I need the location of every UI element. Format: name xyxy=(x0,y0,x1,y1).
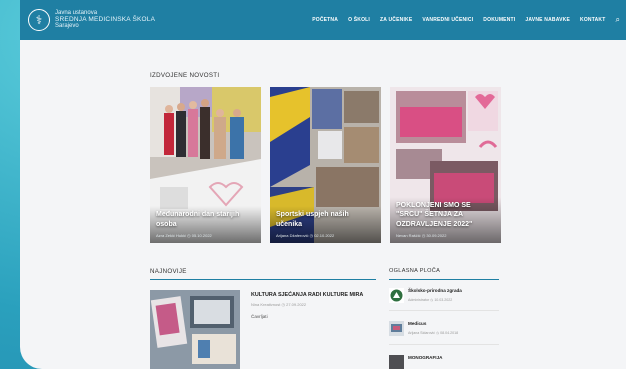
board-divider xyxy=(389,310,499,311)
nav-javne-nabavke[interactable]: JAVNE NABAVKE xyxy=(525,17,570,23)
board-item-title[interactable]: Medicus xyxy=(408,321,426,326)
card-author: Nevan Raščić xyxy=(396,233,421,238)
card-author: Azra Zekić Hukić xyxy=(156,233,187,238)
nav-za-ucenike[interactable]: ZA UČENIKE xyxy=(380,17,412,23)
card-overlay: Sportski uspjeh naših učenika Arijana Dž… xyxy=(270,206,381,243)
monografija-thumbnail-icon xyxy=(389,355,404,369)
news-card-1[interactable]: Međunarodni dan starijih osoba Azra Zeki… xyxy=(150,87,261,243)
board-item-meta: Administrator ◷ 10.03.2022 xyxy=(408,298,452,302)
search-icon[interactable]: ⌕ xyxy=(616,15,620,25)
latest-thumbnail[interactable] xyxy=(150,290,240,369)
board-author: Arijana Sidarović xyxy=(408,331,435,335)
nav-kontakt[interactable]: KONTAKT xyxy=(580,17,605,23)
school-emblem-icon xyxy=(389,288,404,303)
board-author: Administrator xyxy=(408,298,430,302)
card-title[interactable]: POKLONJENI SMO SE "SRCU" ŠETNJA ZA OZDRA… xyxy=(396,201,495,229)
nav-o-skoli[interactable]: O ŠKOLI xyxy=(348,17,370,23)
logo-text: Javna ustanova SREDNJA MEDICINSKA ŠKOLA … xyxy=(55,10,155,29)
latest-image xyxy=(150,290,240,369)
news-card-2[interactable]: Sportski uspjeh naših učenika Arijana Dž… xyxy=(270,87,381,243)
medicus-thumbnail-icon xyxy=(389,321,404,336)
featured-title: IZDVOJENE NOVOSTI xyxy=(150,72,220,79)
nav-pocetna[interactable]: POČETNA xyxy=(312,17,338,23)
latest-item-meta: Nina Kreativnost ◷ 27.09.2022 xyxy=(251,302,306,307)
card-overlay: Međunarodni dan starijih osoba Azra Zeki… xyxy=(150,206,261,243)
card-date: 02.10.2022 xyxy=(314,233,335,238)
card-date: 30.09.2022 xyxy=(426,233,447,238)
latest-underline xyxy=(150,279,376,280)
latest-date: 27.09.2022 xyxy=(286,302,307,307)
browser-screen: ⚕ Javna ustanova SREDNJA MEDICINSKA ŠKOL… xyxy=(20,0,626,369)
board-underline xyxy=(389,279,499,280)
card-overlay: POKLONJENI SMO SE "SRCU" ŠETNJA ZA OZDRA… xyxy=(390,196,501,243)
board-date: 08.04.2018 xyxy=(440,331,459,335)
logo-line-2: SREDNJA MEDICINSKA ŠKOLA xyxy=(55,15,156,23)
nav-dokumenti[interactable]: DOKUMENTI xyxy=(483,17,515,23)
latest-title: NAJNOVIJE xyxy=(150,268,187,275)
site-header: ⚕ Javna ustanova SREDNJA MEDICINSKA ŠKOL… xyxy=(20,0,626,40)
nav-vanredni-ucenici[interactable]: VANREDNI UČENICI xyxy=(422,17,473,23)
school-logo[interactable]: ⚕ Javna ustanova SREDNJA MEDICINSKA ŠKOL… xyxy=(28,9,155,31)
news-card-3[interactable]: POKLONJENI SMO SE "SRCU" ŠETNJA ZA OZDRA… xyxy=(390,87,501,243)
board-item-title[interactable]: Školsko-prirodna zgrada xyxy=(408,288,462,293)
card-meta: Azra Zekić Hukić ◷ 05.10.2022 xyxy=(156,233,255,238)
caduceus-icon: ⚕ xyxy=(28,9,50,31)
main-nav: POČETNA O ŠKOLI ZA UČENIKE VANREDNI UČEN… xyxy=(302,0,620,40)
card-author: Arijana Džaferović xyxy=(276,233,309,238)
latest-item-title[interactable]: KULTURA SJEĆANJA RADI KULTURE MIRA xyxy=(251,292,363,298)
card-date: 05.10.2022 xyxy=(191,233,212,238)
board-title: OGLASNA PLOČA xyxy=(389,268,441,274)
card-meta: Arijana Džaferović ◷ 02.10.2022 xyxy=(276,233,375,238)
board-divider xyxy=(389,344,499,345)
board-date: 10.03.2022 xyxy=(434,298,453,302)
card-meta: Nevan Raščić ◷ 30.09.2022 xyxy=(396,233,495,238)
latest-author: Nina Kreativnost xyxy=(251,302,281,307)
board-item-title[interactable]: MONOGRAFIJA xyxy=(408,355,442,360)
card-title[interactable]: Međunarodni dan starijih osoba xyxy=(156,210,255,229)
board-item-meta: Arijana Sidarović ◷ 08.04.2018 xyxy=(408,331,458,335)
card-title[interactable]: Sportski uspjeh naših učenika xyxy=(276,210,375,229)
latest-item-category[interactable]: Čavrljati xyxy=(251,314,268,319)
logo-line-3: Sarajevo xyxy=(55,23,79,30)
